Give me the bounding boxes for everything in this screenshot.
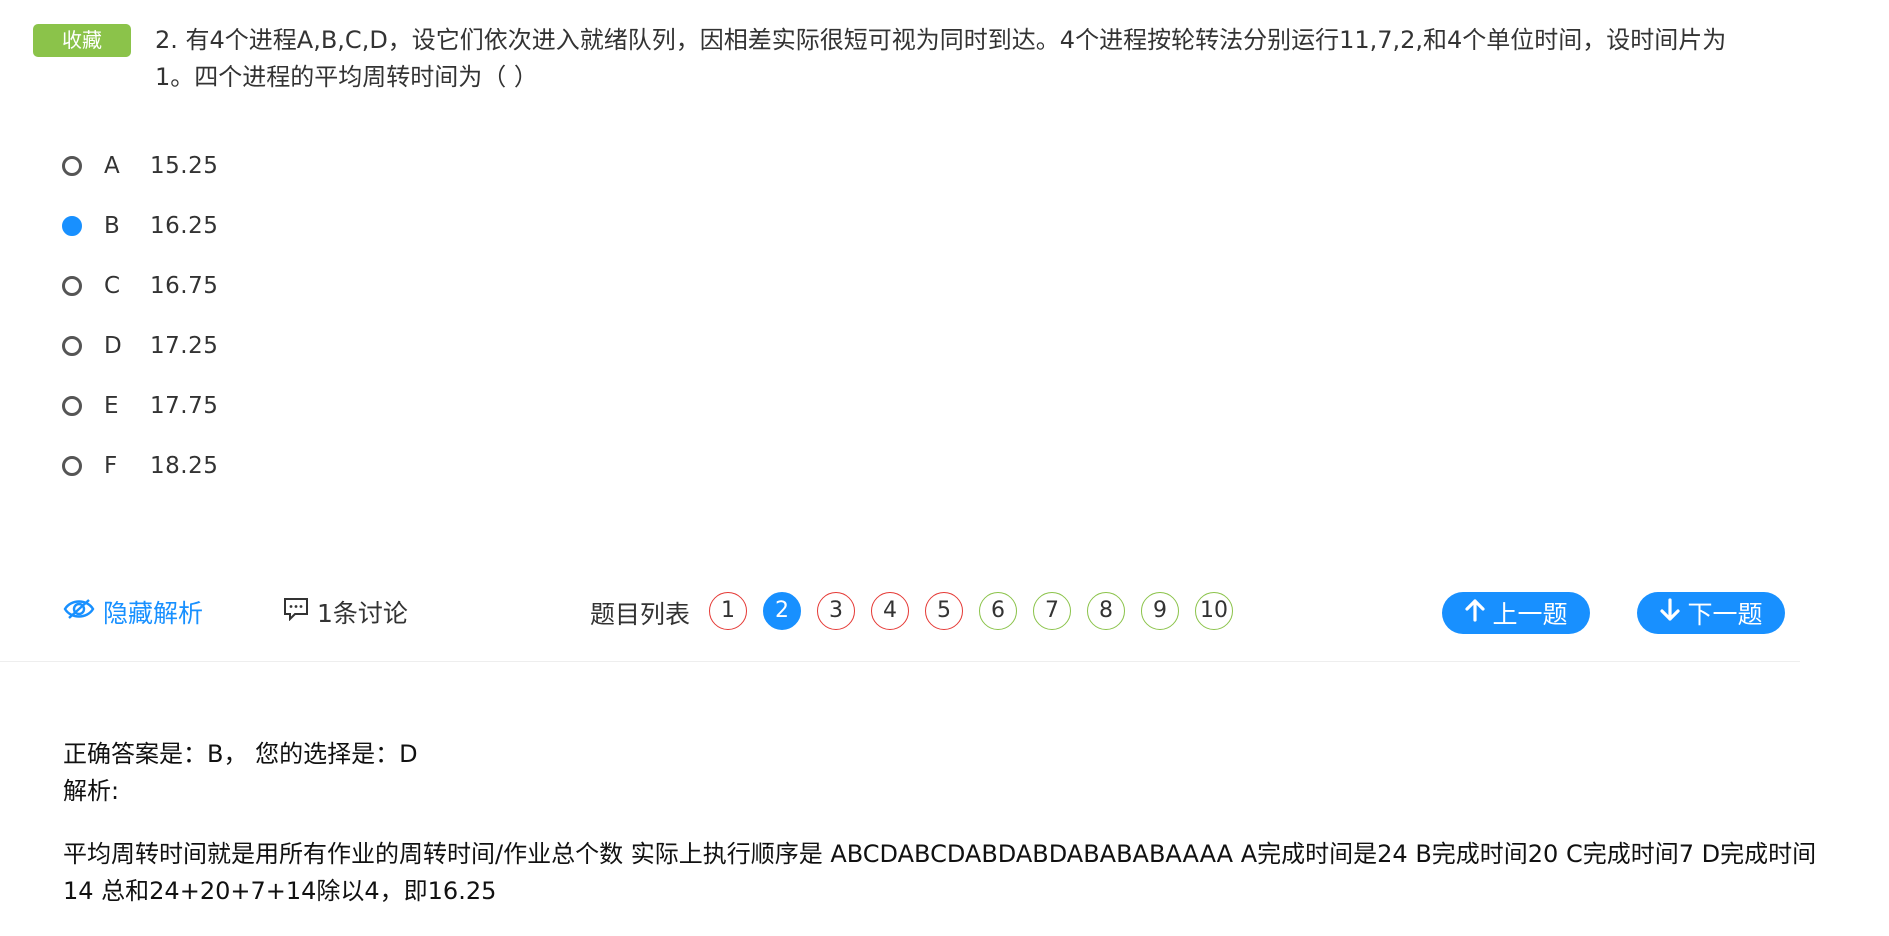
question-number-3[interactable]: 3 [817, 592, 855, 630]
hide-analysis-label: 隐藏解析 [103, 599, 204, 628]
question-number-8[interactable]: 8 [1087, 592, 1125, 630]
previous-question-button[interactable]: 上一题 [1442, 592, 1590, 634]
question-number-7[interactable]: 7 [1033, 592, 1071, 630]
option-letter: A [104, 153, 120, 179]
favorite-button[interactable]: 收藏 [33, 24, 131, 57]
analysis-label: 解析: [63, 777, 120, 805]
question-list-label: 题目列表 [590, 600, 691, 629]
arrow-down-icon [1659, 598, 1687, 628]
answer-summary: 正确答案是：B， 您的选择是：D [63, 740, 418, 768]
option-letter: B [104, 213, 120, 239]
question-number-4[interactable]: 4 [871, 592, 909, 630]
question-text: 2. 有4个进程A,B,C,D，设它们依次进入就绪队列，因相差实际很短可视为同时… [155, 26, 1727, 91]
analysis-text: 平均周转时间就是用所有作业的周转时间/作业总个数 实际上执行顺序是 ABCDAB… [63, 840, 1817, 905]
hide-analysis-button[interactable]: 隐藏解析 [63, 594, 203, 630]
radio-button[interactable] [62, 336, 82, 356]
question-number-list: 1 2 3 4 5 6 7 8 9 10 [709, 592, 1249, 630]
radio-button[interactable] [62, 396, 82, 416]
option-letter: E [104, 393, 119, 419]
radio-button[interactable] [62, 156, 82, 176]
radio-button[interactable] [62, 216, 82, 236]
discussion-label: 1条讨论 [317, 599, 408, 628]
option-d[interactable]: D 17.25 [62, 316, 218, 376]
option-text: 16.75 [150, 273, 219, 299]
radio-button[interactable] [62, 456, 82, 476]
discussion-button[interactable]: 1条讨论 [283, 594, 408, 630]
question-number-9[interactable]: 9 [1141, 592, 1179, 630]
option-letter: C [104, 273, 121, 299]
option-letter: D [104, 333, 122, 359]
option-a[interactable]: A 15.25 [62, 136, 218, 196]
option-text: 17.25 [150, 333, 219, 359]
option-text: 18.25 [150, 453, 219, 479]
toolbar: 隐藏解析 1条讨论 题目列表 1 2 3 4 5 6 7 8 9 10 上一题 下一题 [0, 588, 1800, 636]
option-text: 16.25 [150, 213, 219, 239]
question-number-2[interactable]: 2 [763, 592, 801, 630]
option-letter: F [104, 453, 118, 479]
arrow-up-icon [1464, 598, 1492, 628]
question-number-6[interactable]: 6 [979, 592, 1017, 630]
option-c[interactable]: C 16.75 [62, 256, 218, 316]
eye-icon [63, 596, 103, 628]
question-number-10[interactable]: 10 [1195, 592, 1233, 630]
options-list: A 15.25 B 16.25 C 16.75 D 17.25 E 17.75 F 18.25 [62, 136, 218, 496]
question-number-5[interactable]: 5 [925, 592, 963, 630]
option-b[interactable]: B 16.25 [62, 196, 218, 256]
option-e[interactable]: E 17.75 [62, 376, 218, 436]
next-question-label: 下一题 [1687, 600, 1763, 629]
next-question-button[interactable]: 下一题 [1637, 592, 1785, 634]
option-text: 17.75 [150, 393, 219, 419]
comment-icon [283, 597, 317, 627]
previous-question-label: 上一题 [1492, 600, 1568, 629]
option-text: 15.25 [150, 153, 219, 179]
divider [0, 661, 1800, 662]
option-f[interactable]: F 18.25 [62, 436, 218, 496]
radio-button[interactable] [62, 276, 82, 296]
question-number-1[interactable]: 1 [709, 592, 747, 630]
